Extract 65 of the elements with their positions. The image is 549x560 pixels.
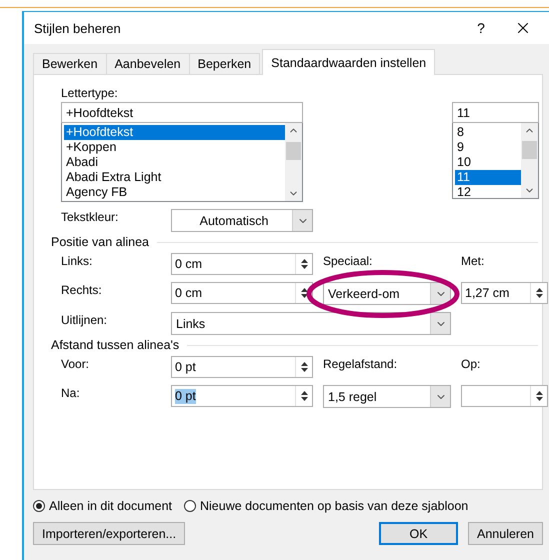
field-label: Voor: — [61, 356, 90, 372]
spin-field[interactable] — [461, 385, 548, 407]
list-item[interactable]: Abadi — [64, 155, 285, 170]
field-label: Tekstkleur: — [61, 209, 120, 225]
field-label: Rechts: — [61, 282, 103, 298]
field-label: Speciaal: — [323, 253, 374, 269]
spin-field[interactable]: 0 pt — [171, 385, 313, 407]
help-button[interactable]: ? — [459, 20, 503, 36]
font-input[interactable]: +Hoofdtekst — [61, 102, 303, 123]
dialog-button[interactable]: Annuleren — [468, 522, 543, 545]
up-arrow-icon[interactable] — [300, 288, 308, 292]
up-arrow-icon[interactable] — [300, 391, 308, 395]
dropdown[interactable]: 1,5 regel — [323, 385, 451, 408]
list-item[interactable]: 11 — [455, 170, 521, 185]
list-item[interactable]: 12 — [455, 185, 521, 200]
up-arrow-icon[interactable] — [300, 259, 308, 263]
spin-field[interactable]: 0 pt — [171, 356, 313, 378]
field-label: Lettertype: — [61, 85, 119, 102]
up-arrow-icon[interactable] — [536, 391, 542, 395]
down-arrow-icon[interactable] — [536, 294, 542, 298]
radio-icon[interactable] — [184, 500, 196, 512]
spin-field[interactable]: 1,27 cm — [461, 282, 548, 304]
dialog-button[interactable]: Importeren/exporteren... — [33, 522, 186, 545]
down-arrow-icon[interactable] — [300, 397, 308, 401]
down-arrow-icon[interactable] — [300, 294, 308, 298]
up-arrow-icon[interactable] — [536, 288, 542, 292]
field-label: Regelafstand: — [323, 356, 398, 372]
dropdown[interactable]: Links — [171, 312, 451, 335]
dialog-button[interactable]: OK — [379, 522, 458, 545]
spin-field[interactable]: 0 cm — [171, 253, 313, 275]
field-label: Met: — [461, 253, 486, 269]
scrollbar[interactable] — [285, 123, 302, 201]
list-item[interactable]: +Koppen — [64, 140, 285, 155]
scrollbar-thumb[interactable] — [286, 142, 301, 160]
spin-field[interactable]: 0 cm — [171, 282, 313, 304]
field-label: Links: — [61, 253, 94, 269]
radio-option[interactable]: Nieuwe documenten op basis van deze sjabloon — [184, 499, 468, 513]
up-arrow-icon[interactable] — [300, 362, 308, 366]
radio-icon[interactable] — [33, 500, 45, 512]
tab[interactable]: Bewerken — [33, 53, 107, 74]
tab[interactable]: Standaardwaarden instellen — [262, 49, 436, 75]
section-title: Afstand tussen alinea's — [51, 338, 180, 352]
list-item[interactable]: Agency FB — [64, 185, 285, 200]
dropdown[interactable]: Verkeerd-om — [323, 282, 451, 305]
scrollbar-thumb[interactable] — [522, 140, 537, 158]
field-label: Uitlijnen: — [61, 312, 108, 328]
down-arrow-icon[interactable] — [536, 397, 542, 401]
list-box[interactable]: 8 9 10 11 12 — [452, 123, 539, 199]
size-input[interactable]: 11 — [452, 102, 539, 123]
down-arrow-icon[interactable] — [300, 265, 308, 269]
list-item[interactable]: Abadi Extra Light — [64, 170, 285, 185]
list-box[interactable]: +Hoofdtekst +Koppen Abadi Abadi Extra Light Agency FB — [61, 123, 303, 202]
color-dropdown[interactable]: Automatisch — [171, 209, 313, 232]
list-item[interactable]: 8 — [455, 125, 521, 140]
radio-option[interactable]: Alleen in dit document — [33, 499, 172, 513]
tab[interactable]: Beperken — [188, 53, 260, 74]
section-title: Positie van alinea — [51, 235, 149, 249]
list-item[interactable]: 10 — [455, 155, 521, 170]
window-title: Stijlen beheren — [34, 20, 122, 36]
scrollbar[interactable] — [521, 123, 538, 198]
field-label: Na: — [61, 385, 81, 401]
list-item[interactable]: +Hoofdtekst — [64, 125, 285, 140]
field-label: Op: — [461, 356, 482, 372]
list-item[interactable]: 9 — [455, 140, 521, 155]
down-arrow-icon[interactable] — [300, 368, 308, 372]
